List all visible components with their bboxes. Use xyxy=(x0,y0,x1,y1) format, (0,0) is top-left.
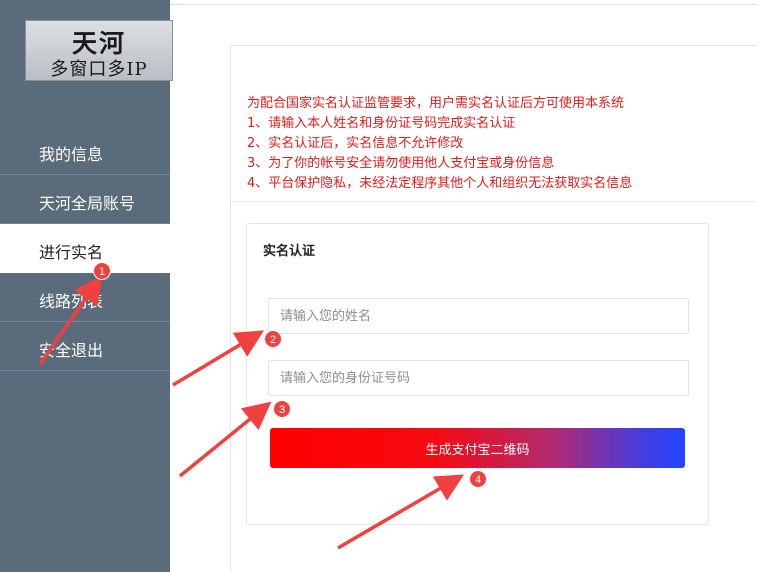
notice-block: 为配合国家实名认证监管要求，用户需实名认证后方可使用本系统 1、请输入本人姓名和… xyxy=(247,94,632,194)
annotation-badge-3: 3 xyxy=(273,400,291,418)
annotation-badge-4: 4 xyxy=(469,470,487,488)
id-number-input[interactable] xyxy=(268,360,689,396)
sidebar-item-my-info[interactable]: 我的信息 xyxy=(0,126,170,175)
app-logo: 天河 多窗口多IP xyxy=(25,20,173,81)
notice-item-2: 2、实名认证后，实名信息不允许修改 xyxy=(247,136,464,151)
name-input[interactable] xyxy=(268,298,689,334)
generate-alipay-qr-button[interactable]: 生成支付宝二维码 xyxy=(270,428,685,468)
top-divider xyxy=(170,4,757,5)
notice-intro: 为配合国家实名认证监管要求，用户需实名认证后方可使用本系统 xyxy=(247,96,625,111)
notice-item-3: 3、为了你的帐号安全请勿使用他人支付宝或身份信息 xyxy=(247,156,555,171)
annotation-badge-1: 1 xyxy=(93,262,111,280)
sidebar: 天河 多窗口多IP 我的信息 天河全局账号 进行实名 线路列表 安全退出 xyxy=(0,0,173,572)
notice-item-4: 4、平台保护隐私，未经法定程序其他个人和组织无法获取实名信息 xyxy=(247,176,633,191)
annotation-badge-2: 2 xyxy=(264,330,282,348)
notice-item-1: 1、请输入本人姓名和身份证号码完成实名认证 xyxy=(247,116,516,131)
notice-divider xyxy=(231,201,757,202)
sidebar-nav: 我的信息 天河全局账号 进行实名 线路列表 安全退出 xyxy=(0,126,170,371)
sidebar-item-line-list[interactable]: 线路列表 xyxy=(0,273,170,322)
sidebar-item-global-account[interactable]: 天河全局账号 xyxy=(0,175,170,224)
card-title: 实名认证 xyxy=(263,244,316,259)
sidebar-item-real-name[interactable]: 进行实名 xyxy=(0,224,170,273)
sidebar-item-logout[interactable]: 安全退出 xyxy=(0,322,170,371)
logo-subtitle: 多窗口多IP xyxy=(50,59,148,80)
main-panel: 为配合国家实名认证监管要求，用户需实名认证后方可使用本系统 1、请输入本人姓名和… xyxy=(230,45,757,572)
